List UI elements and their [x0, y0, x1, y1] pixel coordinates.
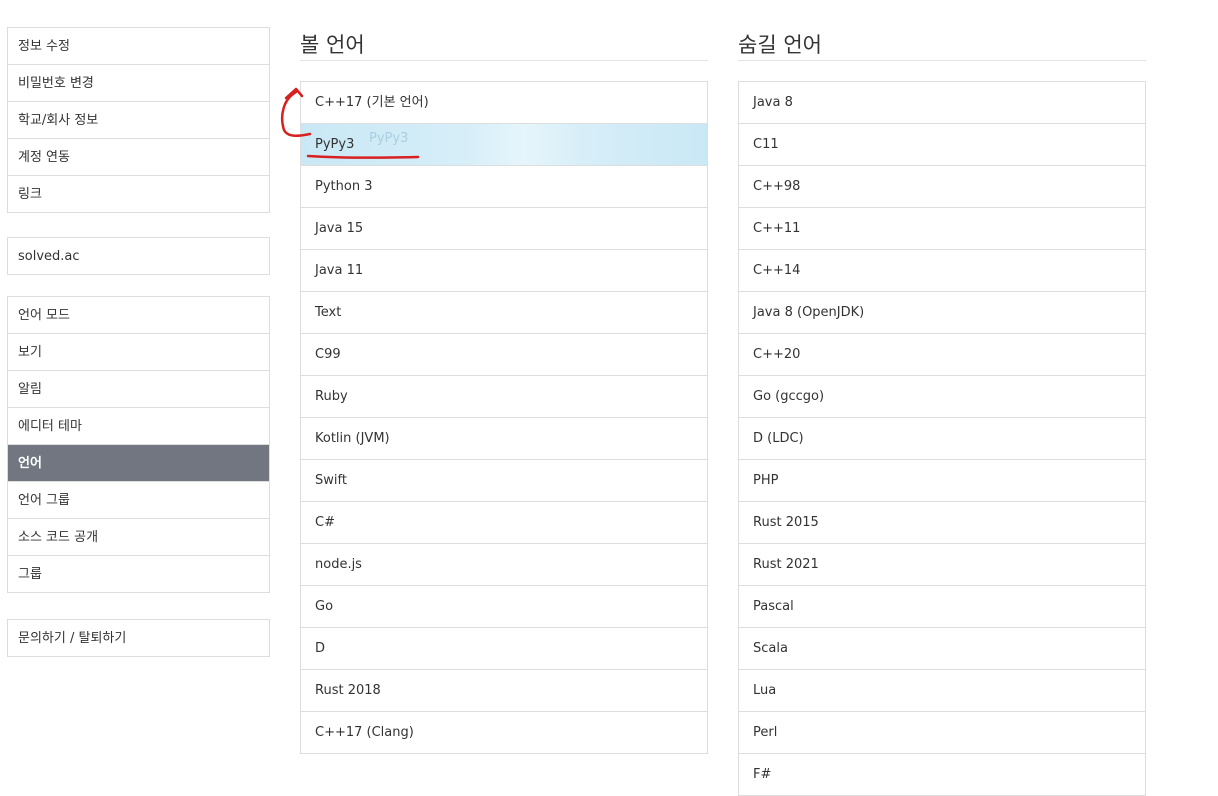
hidden-language-item[interactable]: C++11: [739, 208, 1145, 250]
hidden-languages-list[interactable]: Java 8 C11 C++98 C++11 C++14 Java 8 (OpenJDK)…: [738, 81, 1146, 796]
visible-language-item[interactable]: Kotlin (JVM): [301, 418, 707, 460]
sidebar-item-solved-ac[interactable]: solved.ac: [8, 238, 269, 275]
sidebar-item-보기[interactable]: 보기: [8, 334, 269, 371]
hidden-language-item[interactable]: PHP: [739, 460, 1145, 502]
visible-languages-title: 볼 언어: [300, 33, 365, 57]
language-label: Java 8 (OpenJDK): [753, 305, 865, 320]
visible-language-item[interactable]: node.js: [301, 544, 707, 586]
hidden-language-item[interactable]: Rust 2015: [739, 502, 1145, 544]
language-label: Rust 2021: [753, 557, 819, 572]
language-label: C99: [315, 347, 341, 362]
language-label: Scala: [753, 641, 788, 656]
language-label: C++98: [753, 179, 801, 194]
language-label: C++17 (Clang): [315, 725, 414, 740]
visible-title-divider: [300, 60, 708, 61]
hidden-language-item[interactable]: Pascal: [739, 586, 1145, 628]
language-label: C++17 (기본 언어): [315, 95, 429, 110]
visible-language-item[interactable]: Swift: [301, 460, 707, 502]
language-label: Python 3: [315, 179, 373, 194]
language-label: Pascal: [753, 599, 794, 614]
sidebar-item-언어-모드[interactable]: 언어 모드: [8, 297, 269, 334]
sidebar-item-에디터-테마[interactable]: 에디터 테마: [8, 408, 269, 445]
language-label: D: [315, 641, 326, 656]
language-label: Kotlin (JVM): [315, 431, 390, 446]
language-label: Java 8: [753, 95, 793, 110]
visible-language-item[interactable]: C99: [301, 334, 707, 376]
visible-language-item[interactable]: Text: [301, 292, 707, 334]
sidebar-item-그룹[interactable]: 그룹: [8, 556, 269, 593]
visible-language-item[interactable]: Python 3: [301, 166, 707, 208]
hidden-language-item[interactable]: D (LDC): [739, 418, 1145, 460]
hidden-language-item[interactable]: C++20: [739, 334, 1145, 376]
visible-language-item[interactable]: C#: [301, 502, 707, 544]
hidden-language-item[interactable]: F#: [739, 754, 1145, 796]
visible-language-item[interactable]: C++17 (기본 언어): [301, 82, 707, 124]
sidebar-item-언어[interactable]: 언어: [8, 445, 269, 482]
sidebar-group-support: 문의하기 / 탈퇴하기: [7, 619, 270, 657]
language-label: Java 11: [315, 263, 364, 278]
sidebar-group-solvedac: solved.ac: [7, 237, 270, 275]
language-label: C++20: [753, 347, 801, 362]
language-label: PyPy3: [315, 137, 355, 152]
language-label: D (LDC): [753, 431, 804, 446]
visible-languages-list[interactable]: C++17 (기본 언어) PyPy3 PyPy3 Python 3 Java 15 Ja…: [300, 81, 708, 754]
language-label: Ruby: [315, 389, 348, 404]
sidebar-item-계정-연동[interactable]: 계정 연동: [8, 139, 269, 176]
visible-language-item[interactable]: D: [301, 628, 707, 670]
language-label: Perl: [753, 725, 778, 740]
language-label: Swift: [315, 473, 347, 488]
language-label: node.js: [315, 557, 362, 572]
visible-language-item[interactable]: Ruby: [301, 376, 707, 418]
hidden-language-item[interactable]: Lua: [739, 670, 1145, 712]
language-label: Text: [315, 305, 342, 320]
hidden-language-item[interactable]: C11: [739, 124, 1145, 166]
language-label: Rust 2018: [315, 683, 381, 698]
hidden-languages-title: 숨길 언어: [738, 33, 822, 57]
hidden-language-item[interactable]: Scala: [739, 628, 1145, 670]
visible-language-item[interactable]: PyPy3 PyPy3: [301, 124, 707, 166]
visible-language-item[interactable]: Rust 2018: [301, 670, 707, 712]
hidden-language-item[interactable]: C++14: [739, 250, 1145, 292]
language-label: Go: [315, 599, 334, 614]
sidebar-group-account: 정보 수정 비밀번호 변경 학교/회사 정보 계정 연동 링크: [7, 27, 270, 213]
hidden-language-item[interactable]: Go (gccgo): [739, 376, 1145, 418]
sidebar-group-settings: 언어 모드 보기 알림 에디터 테마 언어 언어 그룹 소스 코드 공개 그룹: [7, 296, 270, 593]
language-label: C++14: [753, 263, 801, 278]
sidebar-item-알림[interactable]: 알림: [8, 371, 269, 408]
sidebar-item-문의하기-탈퇴하기[interactable]: 문의하기 / 탈퇴하기: [8, 620, 269, 657]
hidden-language-item[interactable]: Java 8 (OpenJDK): [739, 292, 1145, 334]
sidebar-item-링크[interactable]: 링크: [8, 176, 269, 213]
hidden-language-item[interactable]: Rust 2021: [739, 544, 1145, 586]
language-label: F#: [753, 767, 772, 782]
language-label: C#: [315, 515, 335, 530]
sidebar-item-소스-코드-공개[interactable]: 소스 코드 공개: [8, 519, 269, 556]
language-label: C11: [753, 137, 779, 152]
language-label: PHP: [753, 473, 779, 488]
hidden-title-divider: [738, 60, 1146, 61]
sidebar-item-비밀번호-변경[interactable]: 비밀번호 변경: [8, 65, 269, 102]
sidebar-item-정보-수정[interactable]: 정보 수정: [8, 28, 269, 65]
hidden-language-item[interactable]: C++98: [739, 166, 1145, 208]
hidden-language-item[interactable]: Java 8: [739, 82, 1145, 124]
visible-language-item[interactable]: Java 11: [301, 250, 707, 292]
visible-language-item[interactable]: Go: [301, 586, 707, 628]
visible-language-item[interactable]: Java 15: [301, 208, 707, 250]
sidebar-item-학교-회사-정보[interactable]: 학교/회사 정보: [8, 102, 269, 139]
language-label: Go (gccgo): [753, 389, 825, 404]
hidden-language-item[interactable]: Perl: [739, 712, 1145, 754]
sidebar-item-언어-그룹[interactable]: 언어 그룹: [8, 482, 269, 519]
language-label: Java 15: [315, 221, 364, 236]
language-label: Lua: [753, 683, 777, 698]
language-label: Rust 2015: [753, 515, 819, 530]
visible-language-item[interactable]: C++17 (Clang): [301, 712, 707, 754]
language-label: C++11: [753, 221, 801, 236]
drag-ghost-label: PyPy3: [369, 131, 409, 146]
